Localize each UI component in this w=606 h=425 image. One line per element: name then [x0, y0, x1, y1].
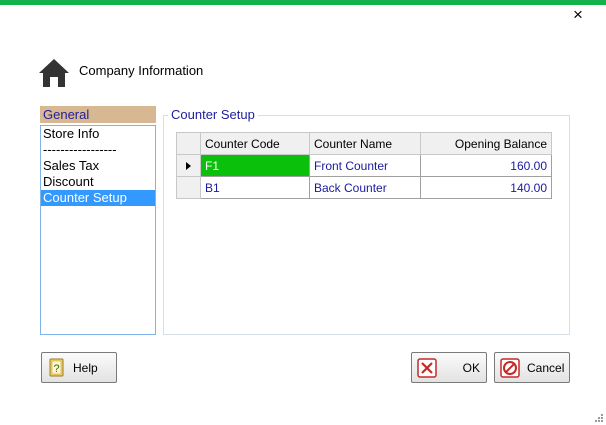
cancel-button-label: Cancel — [527, 360, 565, 375]
column-header-counter-name[interactable]: Counter Name — [309, 132, 421, 155]
page-title: Company Information — [79, 63, 204, 78]
group-title: Counter Setup — [168, 107, 258, 122]
column-header-opening-balance[interactable]: Opening Balance — [420, 132, 552, 155]
cell-counter-name[interactable]: Back Counter — [309, 176, 421, 199]
nav-item-store-info[interactable]: Store Info — [41, 126, 155, 142]
grid-header-row: Counter Code Counter Name Opening Balanc… — [176, 132, 552, 155]
column-header-counter-code[interactable]: Counter Code — [200, 132, 310, 155]
current-row-indicator — [176, 154, 201, 177]
cell-counter-code[interactable]: F1 — [200, 154, 310, 177]
row-pointer-icon — [186, 162, 191, 171]
cell-opening-balance[interactable]: 140.00 — [420, 176, 552, 199]
table-row[interactable]: B1 Back Counter 140.00 — [176, 176, 552, 199]
cancel-button[interactable]: Cancel — [494, 352, 570, 383]
nav-section-label: General — [40, 106, 156, 123]
help-button[interactable]: ? Help — [41, 352, 117, 383]
svg-text:?: ? — [53, 363, 59, 375]
home-icon — [39, 59, 69, 87]
cancel-circle-icon — [500, 357, 520, 378]
nav-separator: ----------------- — [43, 142, 117, 157]
close-icon[interactable]: × — [569, 6, 587, 24]
counter-grid: Counter Code Counter Name Opening Balanc… — [176, 132, 552, 199]
resize-grip-icon[interactable] — [592, 412, 604, 424]
nav-item-discount[interactable]: Discount — [41, 174, 155, 190]
nav-item-sales-tax[interactable]: Sales Tax — [41, 158, 155, 174]
ok-button-label: OK — [462, 360, 480, 375]
ok-button[interactable]: OK — [411, 352, 487, 383]
cell-opening-balance[interactable]: 160.00 — [420, 154, 552, 177]
help-book-icon: ? — [47, 358, 67, 378]
row-indicator — [176, 176, 201, 199]
ok-x-icon — [417, 357, 437, 378]
row-indicator-header — [176, 132, 201, 155]
window-top-accent-bar — [0, 0, 606, 5]
nav-list[interactable]: Store Info ----------------- Sales Tax D… — [40, 125, 156, 335]
table-row[interactable]: F1 Front Counter 160.00 — [176, 154, 552, 177]
cell-counter-code[interactable]: B1 — [200, 176, 310, 199]
help-button-label: Help — [73, 360, 98, 375]
cell-counter-name[interactable]: Front Counter — [309, 154, 421, 177]
nav-item-counter-setup[interactable]: Counter Setup — [41, 190, 155, 206]
